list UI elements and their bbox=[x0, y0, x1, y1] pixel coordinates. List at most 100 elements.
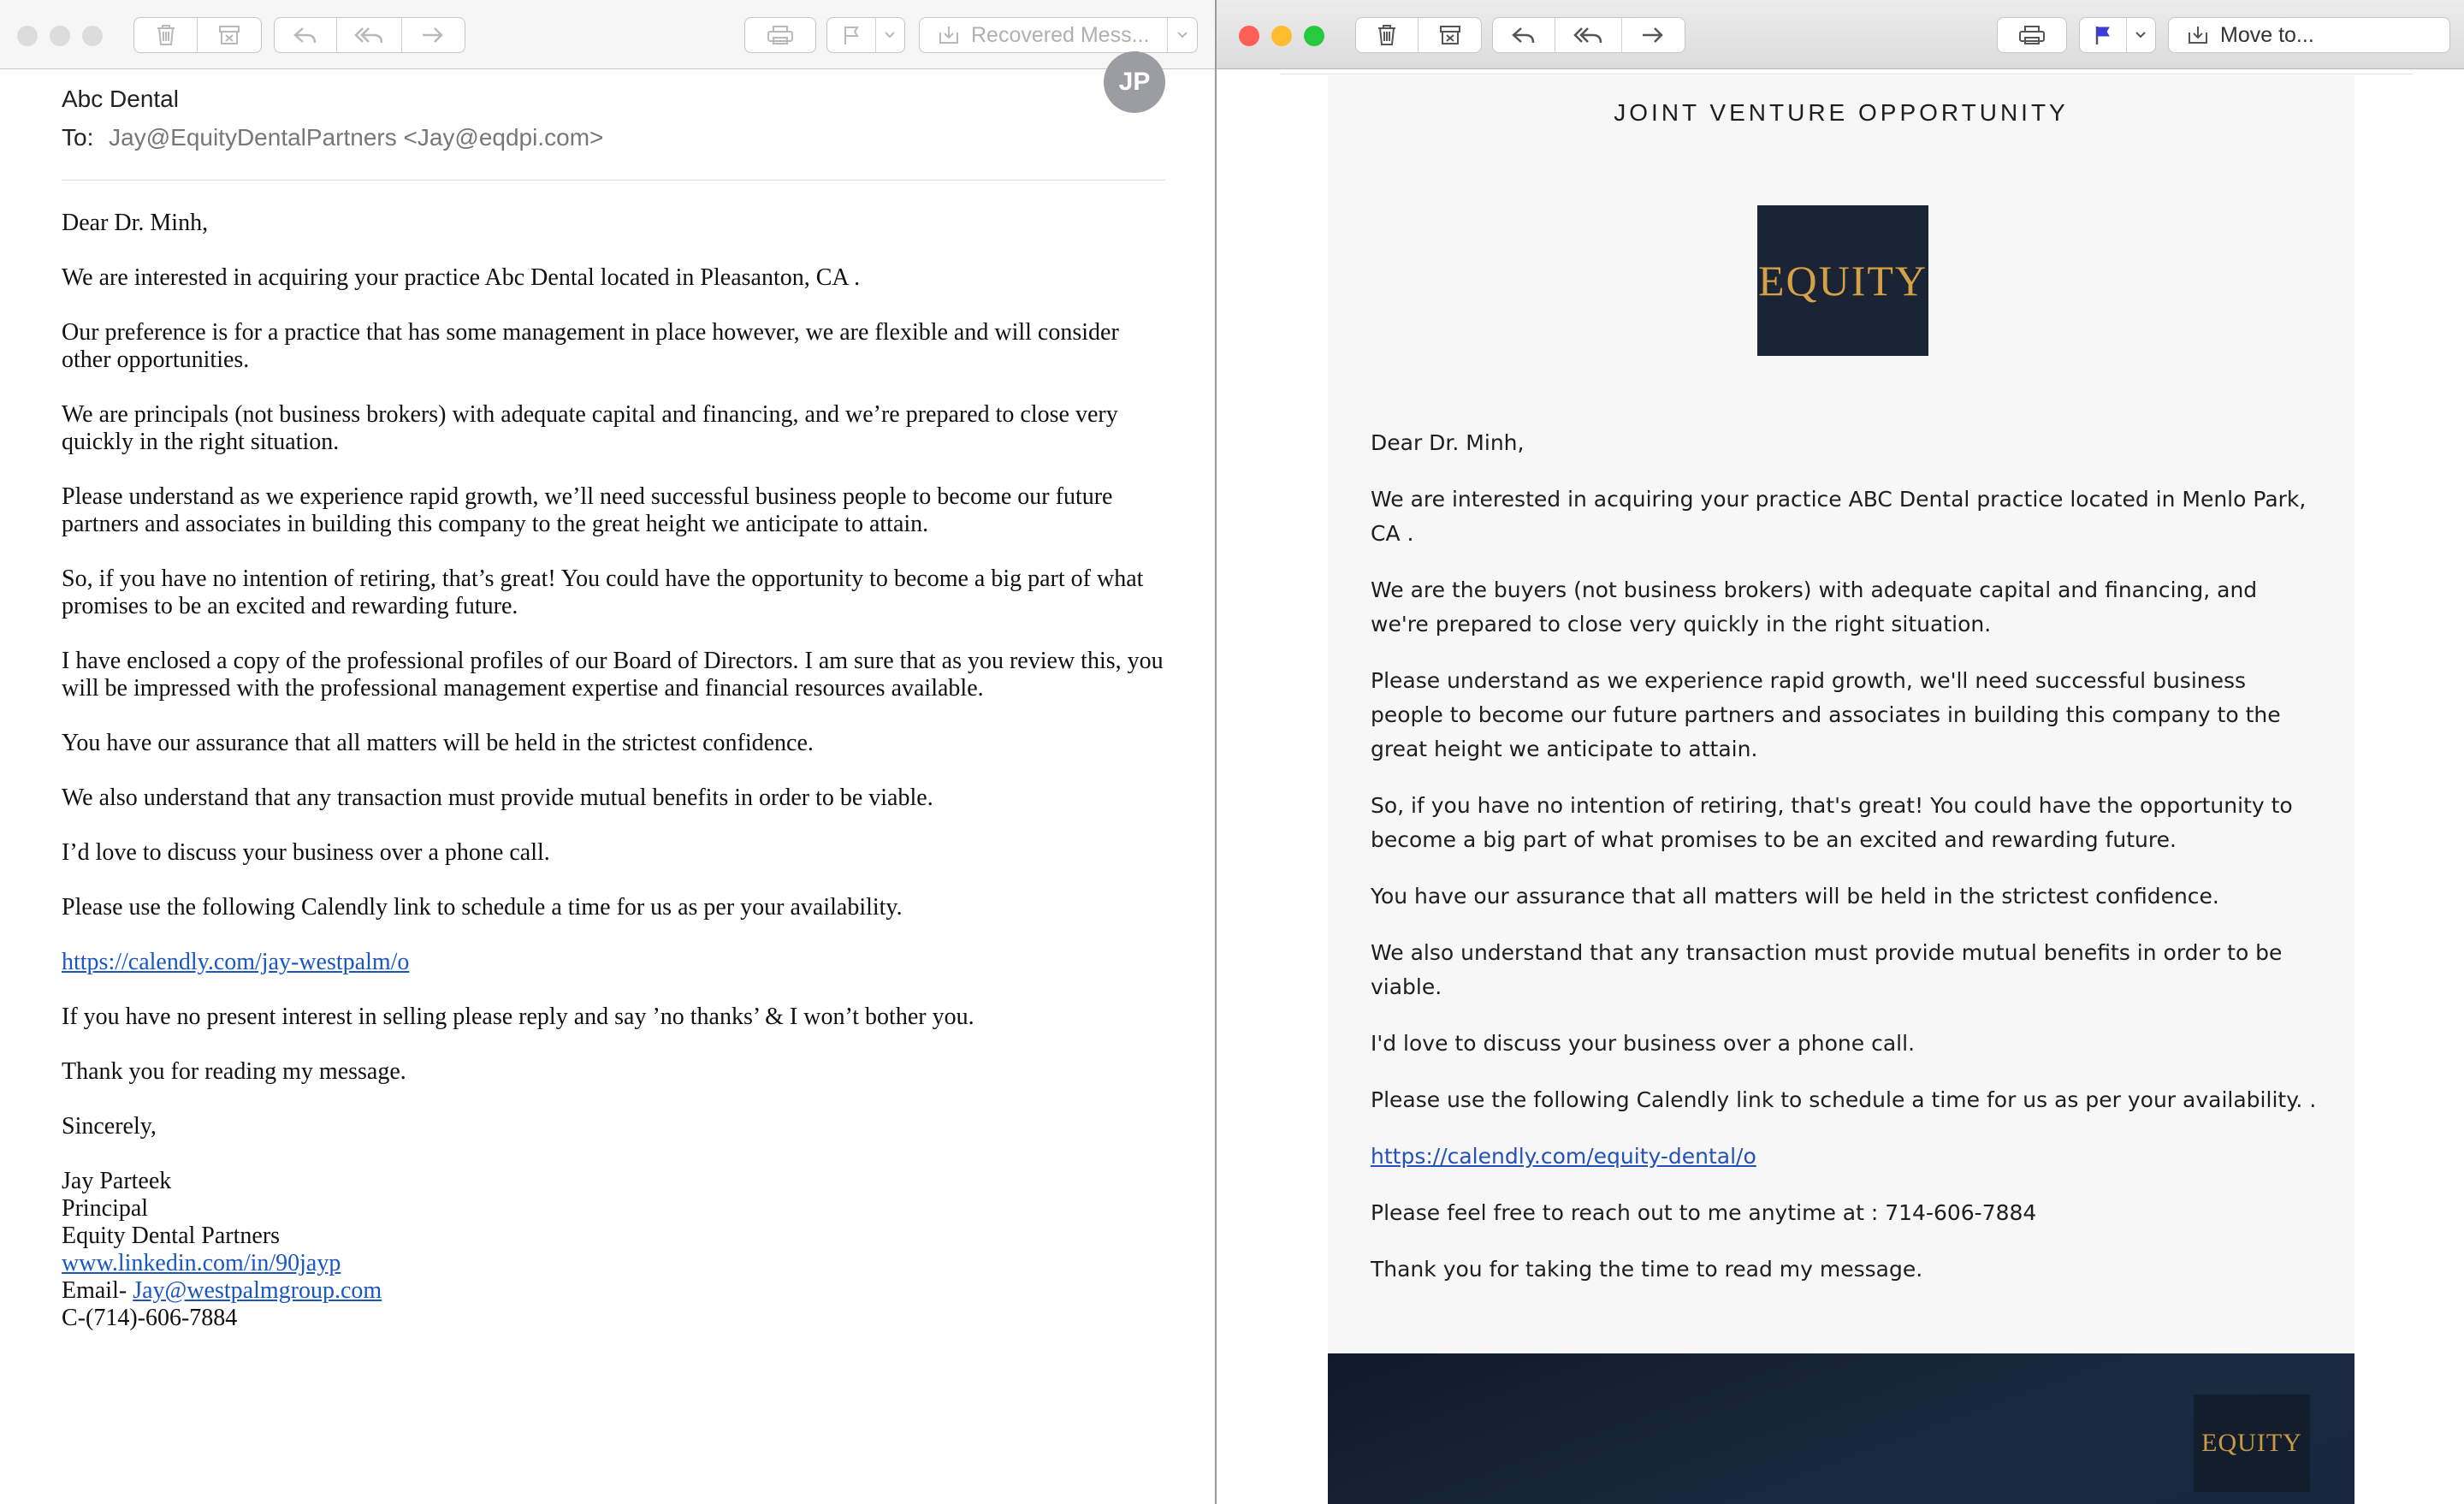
body-paragraph: Our preference is for a practice that ha… bbox=[62, 319, 1119, 373]
close-button[interactable] bbox=[1239, 26, 1259, 46]
message-body: Dear Dr. Minh, We are interested in acqu… bbox=[62, 210, 1174, 1332]
body-paragraph: If you have no present interest in selli… bbox=[62, 1004, 974, 1030]
trash-icon bbox=[155, 23, 177, 47]
minimize-light-inactive[interactable] bbox=[50, 26, 70, 46]
reply-all-button[interactable] bbox=[1555, 18, 1622, 52]
print-group bbox=[1997, 17, 2067, 53]
linkedin-link[interactable]: www.linkedin.com/in/90jayp bbox=[62, 1250, 341, 1276]
signature-phone: C-(714)-606-7884 bbox=[62, 1305, 238, 1331]
signature-company: Equity Dental Partners bbox=[62, 1223, 281, 1249]
recipient-address[interactable]: Jay@EquityDentalPartners <Jay@eqdpi.com> bbox=[109, 124, 603, 151]
move-to-group: Move to... bbox=[2168, 17, 2450, 53]
calendly-link-paragraph: https://calendly.com/jay-westpalm/o bbox=[62, 949, 1174, 976]
logo-wordmark: EQUITY bbox=[1757, 257, 1928, 305]
forward-button[interactable] bbox=[402, 18, 465, 52]
delete-archive-group bbox=[133, 17, 262, 53]
message-header: Abc Dental To: Jay@EquityDentalPartners … bbox=[62, 51, 1165, 181]
left-mail-window: Recovered Mess... Abc Dental To: Jay@Equ… bbox=[0, 0, 1215, 1504]
body-paragraph: Please use the following Calendly link t… bbox=[1371, 1087, 2317, 1112]
body-paragraph: Please understand as we experience rapid… bbox=[1371, 668, 2281, 761]
body-paragraph: So, if you have no intention of retiring… bbox=[62, 565, 1144, 619]
delete-archive-group bbox=[1355, 17, 1482, 53]
flag-icon bbox=[842, 24, 861, 46]
body-paragraph: We are principals (not business brokers)… bbox=[62, 401, 1118, 455]
flag-button[interactable] bbox=[2080, 18, 2127, 52]
body-paragraph: So, if you have no intention of retiring… bbox=[1371, 793, 2293, 852]
contact-line: Please feel free to reach out to me anyt… bbox=[1371, 1200, 2037, 1225]
signature-block: Jay Parteek Principal Equity Dental Part… bbox=[62, 1168, 1174, 1332]
move-to-button[interactable]: Move to... bbox=[2169, 18, 2449, 52]
reply-group bbox=[1492, 17, 1685, 53]
junk-box-icon bbox=[217, 24, 241, 46]
body-paragraph: Dear Dr. Minh, bbox=[1371, 430, 1525, 455]
minimize-button[interactable] bbox=[1271, 26, 1292, 46]
body-paragraph: I'd love to discuss your business over a… bbox=[1371, 1031, 1916, 1056]
to-label: To: bbox=[62, 124, 94, 151]
junk-box-icon bbox=[1438, 24, 1462, 46]
body-paragraph: I’d love to discuss your business over a… bbox=[62, 839, 550, 866]
chevron-down-icon bbox=[1176, 31, 1188, 39]
delete-button[interactable] bbox=[134, 18, 198, 52]
body-paragraph: Dear Dr. Minh, bbox=[62, 210, 209, 236]
move-to-tray-icon bbox=[937, 24, 961, 46]
body-paragraph: You have our assurance that all matters … bbox=[62, 730, 814, 756]
reply-all-icon bbox=[353, 26, 385, 44]
body-paragraph: We are interested in acquiring your prac… bbox=[1371, 487, 2307, 546]
body-paragraph: Please understand as we experience rapid… bbox=[62, 483, 1113, 537]
signature-name: Jay Parteek bbox=[62, 1168, 172, 1194]
print-button[interactable] bbox=[745, 18, 815, 52]
body-paragraph: Thank you for reading my message. bbox=[62, 1058, 406, 1085]
body-paragraph: You have our assurance that all matters … bbox=[1371, 884, 2219, 909]
body-paragraph: Sincerely, bbox=[62, 1113, 157, 1140]
move-to-label: Recovered Mess... bbox=[971, 22, 1150, 47]
move-to-group: Recovered Mess... bbox=[919, 17, 1198, 53]
printer-icon bbox=[766, 24, 795, 46]
reply-button[interactable] bbox=[1493, 18, 1556, 52]
forward-arrow-icon bbox=[420, 26, 446, 44]
flag-group bbox=[2079, 17, 2156, 53]
reply-icon bbox=[1511, 26, 1537, 44]
right-mail-window: Move to... JOINT VENTURE OPPORTUNITY EQU… bbox=[1217, 0, 2464, 1504]
body-paragraph: I have enclosed a copy of the profession… bbox=[62, 648, 1164, 702]
sender-avatar: JP bbox=[1104, 51, 1165, 113]
reply-button[interactable] bbox=[275, 18, 338, 52]
email-footer: EQUITY bbox=[1328, 1353, 2354, 1504]
body-paragraph: We are interested in acquiring your prac… bbox=[62, 264, 861, 291]
signature-email-row: Email- Jay@westpalmgroup.com bbox=[62, 1277, 1174, 1305]
junk-button[interactable] bbox=[1419, 18, 1481, 52]
left-toolbar: Recovered Mess... bbox=[0, 0, 1215, 69]
closing-line: Thank you for taking the time to read my… bbox=[1371, 1257, 1923, 1282]
flag-group bbox=[826, 17, 905, 53]
body-paragraph: We also understand that any transaction … bbox=[1371, 940, 2283, 999]
recipient-row: To: Jay@EquityDentalPartners <Jay@eqdpi.… bbox=[62, 124, 603, 151]
move-to-menu-button[interactable] bbox=[1168, 18, 1197, 52]
calendly-link-paragraph: https://calendly.com/equity-dental/o bbox=[1371, 1140, 2320, 1174]
close-light-inactive[interactable] bbox=[17, 26, 38, 46]
print-group bbox=[744, 17, 816, 53]
body-paragraph: We are the buyers (not business brokers)… bbox=[1371, 577, 2258, 637]
email-link[interactable]: Jay@westpalmgroup.com bbox=[133, 1277, 382, 1304]
chevron-down-icon bbox=[2135, 31, 2147, 39]
html-email-card: JOINT VENTURE OPPORTUNITY EQUITY Dear Dr… bbox=[1328, 75, 2354, 1504]
print-button[interactable] bbox=[1998, 18, 2066, 52]
zoom-light-inactive[interactable] bbox=[82, 26, 103, 46]
move-to-tray-icon bbox=[2186, 24, 2210, 46]
trash-icon bbox=[1376, 23, 1398, 47]
forward-button[interactable] bbox=[1622, 18, 1685, 52]
calendly-link[interactable]: https://calendly.com/jay-westpalm/o bbox=[62, 949, 409, 975]
zoom-button[interactable] bbox=[1304, 26, 1324, 46]
flag-menu-button[interactable] bbox=[2127, 18, 2155, 52]
delete-button[interactable] bbox=[1356, 18, 1419, 52]
flag-button[interactable] bbox=[827, 18, 876, 52]
calendly-link[interactable]: https://calendly.com/equity-dental/o bbox=[1371, 1144, 1756, 1169]
move-to-button[interactable]: Recovered Mess... bbox=[920, 18, 1168, 52]
message-subject: Abc Dental bbox=[62, 86, 179, 112]
junk-button[interactable] bbox=[198, 18, 261, 52]
flag-menu-button[interactable] bbox=[876, 18, 904, 52]
printer-icon bbox=[2017, 24, 2046, 46]
reply-all-button[interactable] bbox=[337, 18, 402, 52]
email-body: Dear Dr. Minh, We are interested in acqu… bbox=[1371, 426, 2320, 1309]
reply-icon bbox=[293, 26, 318, 44]
right-toolbar: Move to... bbox=[1217, 0, 2464, 69]
reply-all-icon bbox=[1573, 26, 1604, 44]
